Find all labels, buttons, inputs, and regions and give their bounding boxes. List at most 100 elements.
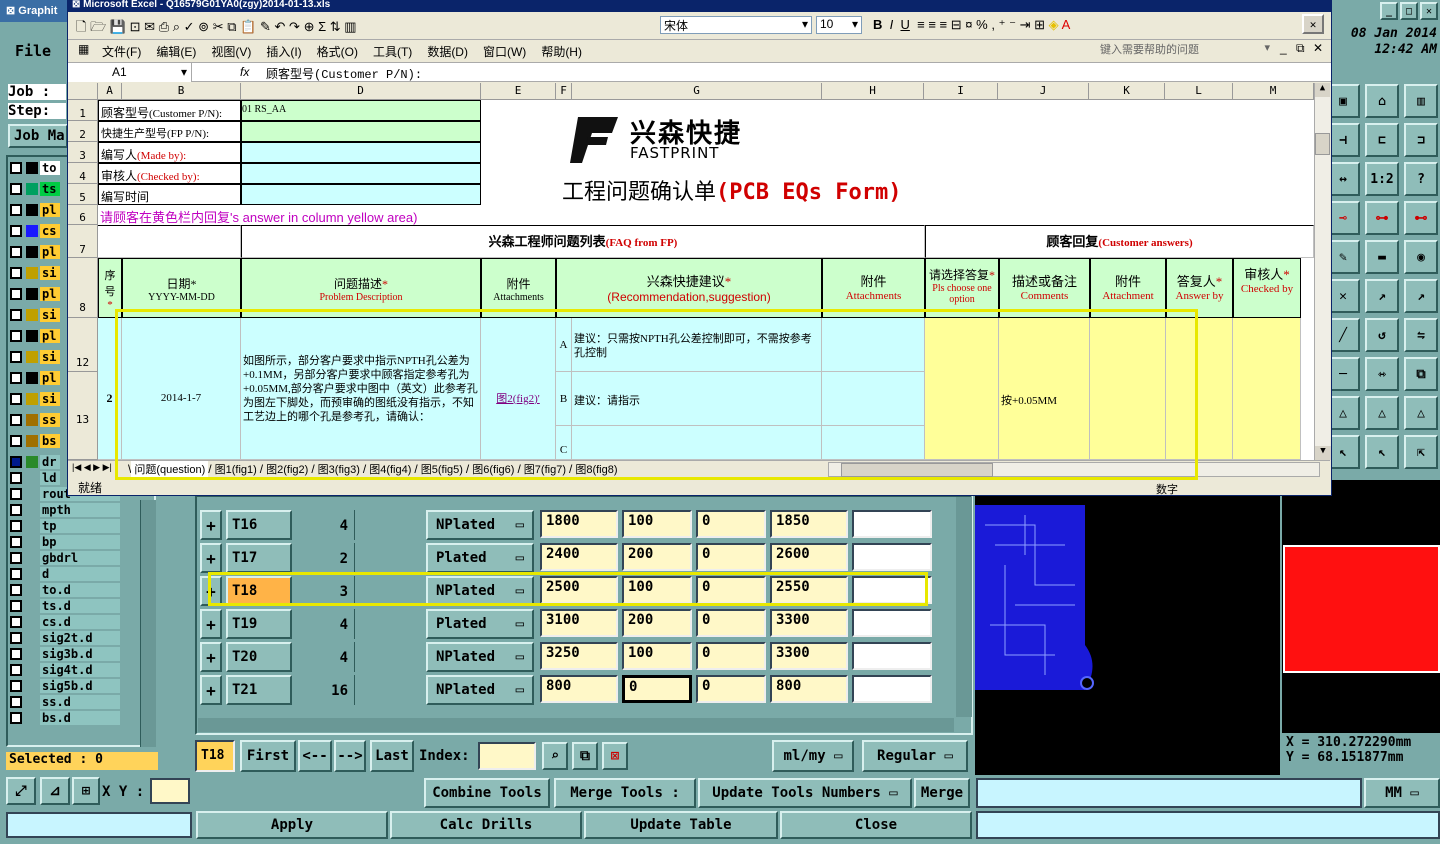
drill-table-vscroll[interactable] bbox=[956, 497, 972, 717]
checked-by-value[interactable] bbox=[241, 163, 481, 184]
layer-row[interactable]: d bbox=[10, 566, 120, 581]
layer-row[interactable]: cs.d bbox=[10, 614, 120, 629]
layer-row[interactable]: bs.d bbox=[10, 710, 120, 725]
layer-checkbox[interactable] bbox=[10, 663, 22, 676]
move-icon[interactable]: ↗ bbox=[1365, 279, 1399, 313]
layer-name[interactable]: pl bbox=[40, 370, 60, 385]
menu-item[interactable]: 数据(D) bbox=[427, 45, 468, 59]
route-icon[interactable]: ⊏ bbox=[1365, 123, 1399, 157]
apply-button[interactable]: Apply bbox=[196, 811, 388, 839]
layer-checkbox[interactable] bbox=[10, 647, 22, 660]
borders-icon[interactable]: ⊞ bbox=[1034, 17, 1045, 32]
tool-type-dropdown[interactable]: Plated ▭ bbox=[426, 543, 534, 573]
layer-row[interactable]: pl bbox=[10, 370, 60, 385]
menu-item[interactable]: 编辑(E) bbox=[156, 45, 196, 59]
layer-checkbox[interactable] bbox=[10, 224, 22, 237]
percent-icon[interactable]: % bbox=[976, 17, 988, 32]
layer-name[interactable]: ss bbox=[40, 412, 60, 427]
tool-note-field[interactable] bbox=[852, 609, 932, 637]
layer-checkbox[interactable] bbox=[10, 615, 22, 628]
layer-name[interactable]: ld bbox=[40, 470, 60, 485]
tool-finish-field[interactable]: 3300 bbox=[770, 609, 848, 637]
ruler-icon[interactable]: ▬ bbox=[1365, 240, 1399, 274]
minimize-button[interactable]: _ bbox=[1380, 2, 1398, 20]
layer-name[interactable]: sig5b.d bbox=[40, 678, 120, 693]
row-header-2[interactable]: 2 bbox=[68, 121, 98, 142]
tool-tol-plus-field[interactable]: 0 bbox=[622, 675, 692, 703]
layer-checkbox[interactable] bbox=[10, 203, 22, 216]
measure-icon[interactable]: ⊿ bbox=[40, 777, 70, 805]
tool-tol-plus-field[interactable]: 200 bbox=[622, 543, 692, 571]
layer-row[interactable]: ts.d bbox=[10, 598, 120, 613]
pin-tool-icon[interactable]: ⊶ bbox=[1365, 201, 1399, 235]
tool-type-dropdown[interactable]: NPlated ▭ bbox=[426, 510, 534, 540]
expand-icon[interactable]: + bbox=[200, 675, 222, 705]
research-icon[interactable]: ⊚ bbox=[198, 19, 209, 34]
col-header-E[interactable]: E bbox=[481, 83, 556, 100]
tool-note-field[interactable] bbox=[852, 510, 932, 538]
layer-row[interactable]: sig2t.d bbox=[10, 630, 120, 645]
row-header-3[interactable]: 3 bbox=[68, 142, 98, 163]
copy-icon[interactable]: ⧉ bbox=[227, 19, 236, 34]
fp-pn-label[interactable]: 快捷生产型号(FP P/N): bbox=[98, 121, 241, 142]
close-window-button[interactable]: ✕ bbox=[1420, 2, 1438, 20]
layer-name[interactable]: ts.d bbox=[40, 598, 120, 613]
layer-name[interactable]: ts bbox=[40, 181, 60, 196]
font-name-select[interactable]: 宋体 ▾ bbox=[660, 16, 812, 34]
tool-tol-plus-field[interactable]: 200 bbox=[622, 609, 692, 637]
expand-icon[interactable]: + bbox=[200, 609, 222, 639]
layer-row[interactable]: sig3b.d bbox=[10, 646, 120, 661]
layer-row[interactable]: si bbox=[10, 349, 60, 364]
drill-table-hscroll[interactable] bbox=[198, 718, 954, 732]
layer-checkbox[interactable] bbox=[10, 631, 22, 644]
first-button[interactable]: First bbox=[240, 740, 296, 772]
write-time-value[interactable] bbox=[241, 184, 481, 205]
layer-checkbox[interactable] bbox=[10, 455, 22, 468]
print-preview-icon[interactable]: ⌕ bbox=[173, 19, 180, 34]
col-header-H[interactable]: H bbox=[822, 83, 924, 100]
layer-checkbox[interactable] bbox=[10, 434, 22, 447]
zoom-fit-icon[interactable]: ⤢ bbox=[6, 777, 36, 805]
layer-row[interactable]: si bbox=[10, 307, 60, 322]
currency-icon[interactable]: ¤ bbox=[965, 17, 972, 32]
fill-color-icon[interactable]: ◈ bbox=[1049, 17, 1059, 32]
layer-name[interactable]: sig2t.d bbox=[40, 630, 120, 645]
tool-tol-plus-field[interactable]: 100 bbox=[622, 642, 692, 670]
layer-checkbox[interactable] bbox=[10, 471, 22, 484]
font-size-select[interactable]: 10 ▾ bbox=[816, 16, 862, 34]
layer-name[interactable]: pl bbox=[40, 286, 60, 301]
calc-drills-button[interactable]: Calc Drills bbox=[390, 811, 582, 839]
layer-row[interactable]: bs bbox=[10, 433, 60, 448]
comma-icon[interactable]: , bbox=[991, 17, 995, 32]
help-icon[interactable]: ? bbox=[1404, 162, 1438, 196]
excel-close-button[interactable]: ✕ bbox=[1302, 14, 1324, 34]
tool-tol-plus-field[interactable]: 100 bbox=[622, 510, 692, 538]
layer-name[interactable]: tp bbox=[40, 518, 120, 533]
layer-name[interactable]: mpth bbox=[40, 502, 120, 517]
workbook-minimize-icon[interactable]: _ bbox=[1280, 41, 1287, 55]
customer-answers-header[interactable]: 顾客回复(Customer answers) bbox=[925, 225, 1314, 258]
tool-number[interactable]: T19 bbox=[226, 609, 292, 639]
layer-name[interactable]: ss.d bbox=[40, 694, 120, 709]
layer-name[interactable]: bp bbox=[40, 534, 120, 549]
print-icon[interactable]: ⎙ bbox=[159, 19, 169, 34]
layer-checkbox[interactable] bbox=[10, 711, 22, 724]
layer-row[interactable]: ss.d bbox=[10, 694, 120, 709]
menu-item[interactable]: 文件(F) bbox=[102, 45, 141, 59]
maximize-button[interactable]: □ bbox=[1400, 2, 1418, 20]
layer-checkbox[interactable] bbox=[10, 679, 22, 692]
resize-h-icon[interactable]: ⇿ bbox=[1365, 357, 1399, 391]
home-icon[interactable]: ⌂ bbox=[1365, 84, 1399, 118]
expand-icon[interactable]: + bbox=[200, 543, 222, 573]
layer-row[interactable]: si bbox=[10, 265, 60, 280]
tool-size-field[interactable]: 1800 bbox=[540, 510, 618, 538]
layer-checkbox[interactable] bbox=[10, 567, 22, 580]
layer-name[interactable]: bs bbox=[40, 433, 60, 448]
layer-name[interactable]: si bbox=[40, 307, 60, 322]
target-icon[interactable]: ◉ bbox=[1404, 240, 1438, 274]
layer-name[interactable]: pl bbox=[40, 328, 60, 343]
tool-type-dropdown[interactable]: NPlated ▭ bbox=[426, 675, 534, 705]
panel-icon[interactable]: ▥ bbox=[1404, 84, 1438, 118]
tool-finish-field[interactable]: 1850 bbox=[770, 510, 848, 538]
layer-row[interactable]: dr bbox=[10, 454, 60, 469]
